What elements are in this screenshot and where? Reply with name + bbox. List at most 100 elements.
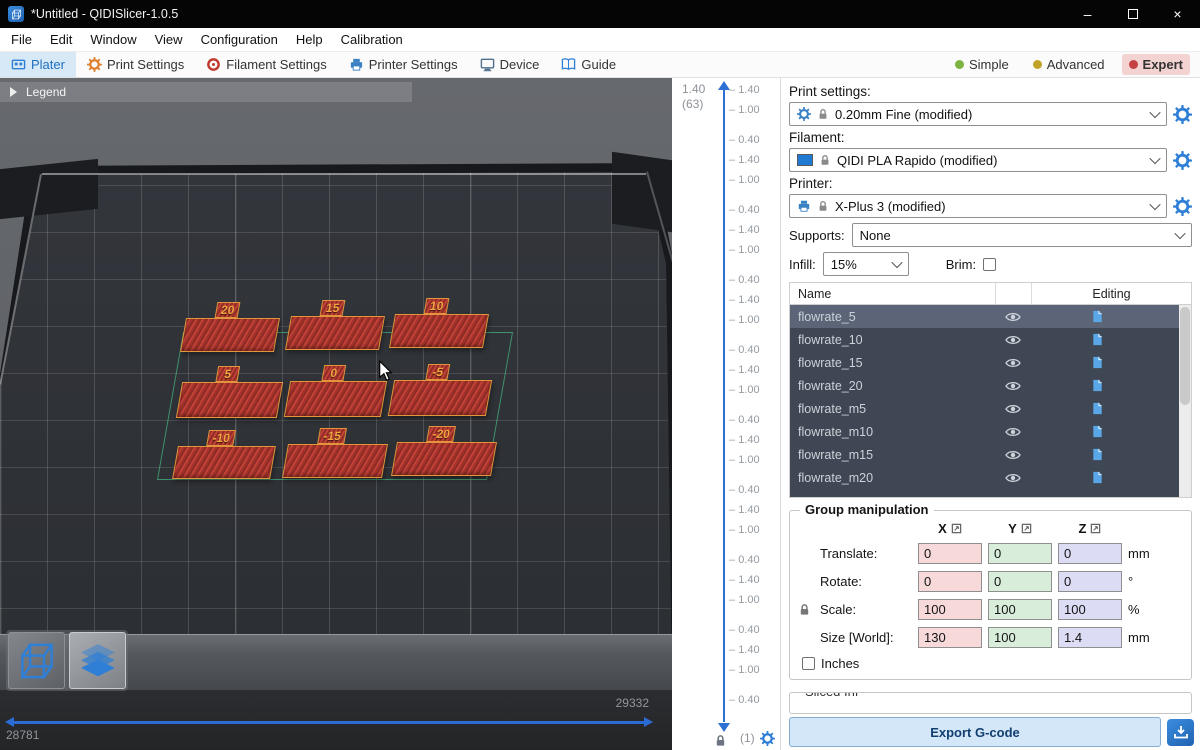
- object-list-row[interactable]: flowrate_15: [790, 351, 1191, 374]
- menu-help[interactable]: Help: [287, 28, 332, 51]
- eye-icon[interactable]: [1005, 403, 1021, 415]
- object-flowrate-10[interactable]: 10: [392, 314, 486, 348]
- scale-z-input[interactable]: 100: [1058, 599, 1122, 620]
- size-x-input[interactable]: 130: [918, 627, 982, 648]
- object-flowrate-20[interactable]: 20: [183, 318, 277, 352]
- edit-icon[interactable]: [1091, 356, 1104, 369]
- edit-icon[interactable]: [1091, 333, 1104, 346]
- hslider-right-arrow[interactable]: [644, 717, 653, 727]
- object-list-row[interactable]: flowrate_20: [790, 374, 1191, 397]
- filament-gear-button[interactable]: [1173, 151, 1192, 170]
- edit-icon[interactable]: [1091, 471, 1104, 484]
- preview-view-button[interactable]: [69, 632, 126, 689]
- size-z-input[interactable]: 1.4: [1058, 627, 1122, 648]
- supports-label: Supports:: [789, 228, 845, 243]
- slider-settings-gear-icon[interactable]: [760, 731, 775, 746]
- uniform-scale-lock-icon[interactable]: [798, 602, 811, 617]
- object-flowrate-m15[interactable]: -15: [285, 444, 385, 478]
- inches-checkbox[interactable]: [802, 657, 815, 670]
- edit-icon[interactable]: [1091, 402, 1104, 415]
- object-flowrate-m5[interactable]: -5: [391, 380, 489, 416]
- object-list-row[interactable]: flowrate_m10: [790, 420, 1191, 443]
- rotate-z-input[interactable]: 0: [1058, 571, 1122, 592]
- rotate-y-input[interactable]: 0: [988, 571, 1052, 592]
- horizontal-moves-slider[interactable]: [14, 721, 644, 724]
- object-flowrate-0[interactable]: 0: [287, 381, 384, 417]
- edit-icon[interactable]: [1091, 379, 1104, 392]
- tab-plater[interactable]: Plater: [0, 52, 76, 77]
- infill-combo[interactable]: 15%: [823, 252, 909, 276]
- eye-icon[interactable]: [1005, 357, 1021, 369]
- printer-gear-button[interactable]: [1173, 197, 1192, 216]
- object-flowrate-m20[interactable]: -20: [394, 442, 494, 476]
- brim-checkbox[interactable]: [983, 258, 996, 271]
- eye-icon[interactable]: [1005, 334, 1021, 346]
- edit-icon[interactable]: [1091, 425, 1104, 438]
- minimize-button[interactable]: –: [1065, 0, 1110, 28]
- legend-toggle[interactable]: Legend: [0, 82, 412, 102]
- menu-view[interactable]: View: [146, 28, 192, 51]
- object-flowrate-5[interactable]: 5: [179, 382, 280, 418]
- slider-lock-icon[interactable]: [714, 734, 727, 747]
- eye-icon[interactable]: [1005, 311, 1021, 323]
- menu-file[interactable]: File: [2, 28, 41, 51]
- layer-slider-down-handle[interactable]: [718, 723, 730, 732]
- eye-icon[interactable]: [1005, 449, 1021, 461]
- tab-printer-settings[interactable]: Printer Settings: [338, 52, 469, 77]
- printer-icon: [349, 57, 364, 72]
- object-flowrate-15[interactable]: 15: [288, 316, 382, 350]
- object-list-row[interactable]: flowrate_m15: [790, 443, 1191, 466]
- close-button[interactable]: ×: [1155, 0, 1200, 28]
- mode-expert[interactable]: Expert: [1122, 54, 1190, 75]
- object-list-scrollbar[interactable]: [1179, 305, 1191, 497]
- hslider-left-arrow[interactable]: [5, 717, 14, 727]
- tab-device[interactable]: Device: [469, 52, 551, 77]
- object-list-row[interactable]: flowrate_10: [790, 328, 1191, 351]
- translate-x-input[interactable]: 0: [918, 543, 982, 564]
- layer-tick-label: 1.40: [729, 220, 760, 240]
- menu-window[interactable]: Window: [81, 28, 145, 51]
- layer-tick-label: 0.40: [729, 550, 760, 570]
- 3d-viewport[interactable]: 20 15 10 5 0 -5: [0, 78, 672, 750]
- size-y-input[interactable]: 100: [988, 627, 1052, 648]
- object-list-row[interactable]: flowrate_5: [790, 305, 1191, 328]
- layer-slider-track[interactable]: [723, 90, 725, 722]
- mode-advanced[interactable]: Advanced: [1026, 54, 1112, 75]
- object-list-row[interactable]: flowrate_m5: [790, 397, 1191, 420]
- supports-combo[interactable]: None: [852, 223, 1192, 247]
- edit-icon[interactable]: [1091, 310, 1104, 323]
- menu-calibration[interactable]: Calibration: [332, 28, 412, 51]
- layer-tick-label: 0.40: [729, 480, 760, 500]
- filament-combo[interactable]: QIDI PLA Rapido (modified): [789, 148, 1167, 172]
- filament-value: QIDI PLA Rapido (modified): [837, 153, 997, 168]
- printer-combo[interactable]: X-Plus 3 (modified): [789, 194, 1167, 218]
- tab-guide[interactable]: Guide: [550, 52, 627, 77]
- menu-configuration[interactable]: Configuration: [192, 28, 287, 51]
- print-settings-combo[interactable]: 0.20mm Fine (modified): [789, 102, 1167, 126]
- eye-icon[interactable]: [1005, 426, 1021, 438]
- rotate-x-input[interactable]: 0: [918, 571, 982, 592]
- send-to-device-button[interactable]: [1167, 719, 1194, 746]
- translate-y-input[interactable]: 0: [988, 543, 1052, 564]
- edit-icon[interactable]: [1091, 448, 1104, 461]
- scale-y-input[interactable]: 100: [988, 599, 1052, 620]
- export-gcode-button[interactable]: Export G-code: [789, 717, 1161, 747]
- print-settings-gear-button[interactable]: [1173, 105, 1192, 124]
- mode-simple[interactable]: Simple: [948, 54, 1016, 75]
- maximize-button[interactable]: [1110, 0, 1155, 28]
- layer-tick-label: 1.00: [729, 590, 760, 610]
- 3d-editor-view-button[interactable]: [8, 632, 65, 689]
- translate-z-input[interactable]: 0: [1058, 543, 1122, 564]
- tab-filament-settings[interactable]: Filament Settings: [195, 52, 337, 77]
- object-flowrate-m10[interactable]: -10: [175, 446, 273, 479]
- eye-icon[interactable]: [1005, 380, 1021, 392]
- layer-tick-label: 0.40: [729, 620, 760, 640]
- menu-edit[interactable]: Edit: [41, 28, 81, 51]
- rotate-label: Rotate:: [820, 574, 912, 589]
- eye-icon[interactable]: [1005, 472, 1021, 484]
- scale-x-input[interactable]: 100: [918, 599, 982, 620]
- axis-z-header: Z: [1058, 521, 1122, 536]
- tab-print-settings[interactable]: Print Settings: [76, 52, 195, 77]
- object-list-row[interactable]: flowrate_m20: [790, 466, 1191, 489]
- scrollbar-thumb[interactable]: [1180, 307, 1190, 405]
